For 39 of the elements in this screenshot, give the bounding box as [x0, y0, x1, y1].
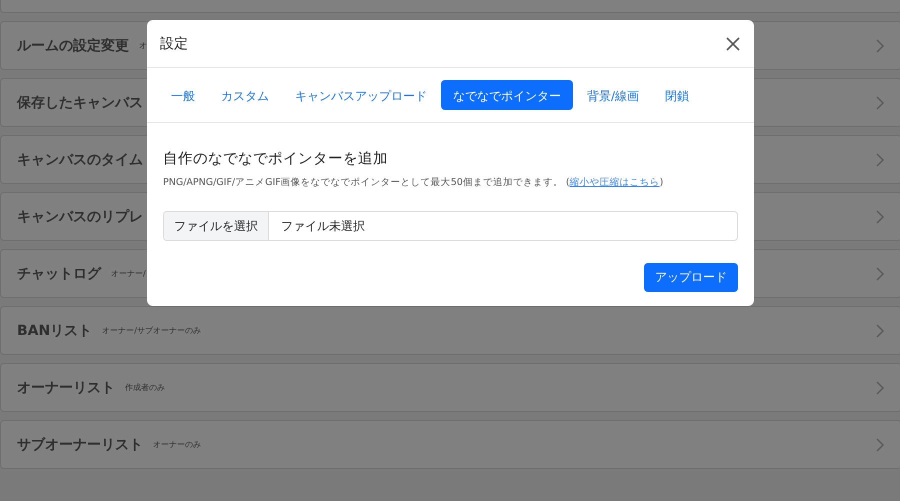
chevron-right-icon — [875, 436, 885, 452]
tab[interactable]: なでなでポインター — [441, 80, 573, 110]
row-title: ルームの設定変更 — [17, 36, 129, 54]
dialog-title: 設定 — [160, 34, 188, 52]
list-row[interactable]: オーナーリスト 作成者のみ — [0, 363, 900, 412]
file-input[interactable]: ファイルを選択 ファイル未選択 — [163, 211, 738, 241]
file-status: ファイル未選択 — [280, 218, 365, 234]
row-title: オーナーリスト — [17, 378, 115, 396]
row-note: 作成者のみ — [125, 382, 165, 393]
tab[interactable]: カスタム — [209, 80, 281, 110]
chevron-right-icon — [875, 208, 885, 224]
row-note: オーナー/ — [111, 268, 146, 279]
row-title: BANリスト — [17, 322, 92, 340]
row-note: オーナーのみ — [153, 439, 201, 450]
row-title: 保存したキャンバス — [17, 94, 143, 112]
section-heading: 自作のなでなでポインターを追加 — [163, 150, 389, 168]
chevron-right-icon — [875, 266, 885, 282]
description: PNG/APNG/GIF/アニメGIF画像をなでなでポインターとして最大50個まで追加できます。 (縮小や圧縮はこちら) — [163, 176, 664, 189]
link[interactable]: 縮小や圧縮はこちら — [570, 177, 660, 188]
close-button[interactable] — [724, 34, 742, 52]
tab[interactable]: 背景/線画 — [575, 80, 652, 110]
row-title: チャットログ — [17, 264, 101, 282]
row-title: キャンバスのタイム — [17, 150, 143, 168]
chevron-right-icon — [875, 152, 885, 168]
row-title: キャンバスのリプレ — [17, 208, 143, 226]
chevron-right-icon — [875, 38, 885, 54]
tab[interactable]: 閉鎖 — [653, 80, 702, 110]
tab[interactable]: 一般 — [159, 80, 207, 110]
choose-file-button[interactable]: ファイルを選択 — [164, 212, 269, 240]
list-row[interactable]: BANリスト オーナー/サブオーナーのみ — [0, 306, 900, 355]
row-note: オーナー/サブオーナーのみ — [102, 325, 201, 336]
chevron-right-icon — [875, 94, 885, 110]
chevron-right-icon — [875, 322, 885, 338]
row-note: オ — [139, 40, 147, 51]
upload-button[interactable]: アップロード — [644, 263, 738, 292]
row-title: サブオーナーリスト — [17, 436, 143, 454]
tab[interactable]: キャンバスアップロード — [283, 80, 439, 110]
list-row[interactable]: サブオーナーリスト オーナーのみ — [0, 420, 900, 469]
chevron-right-icon — [875, 380, 885, 396]
